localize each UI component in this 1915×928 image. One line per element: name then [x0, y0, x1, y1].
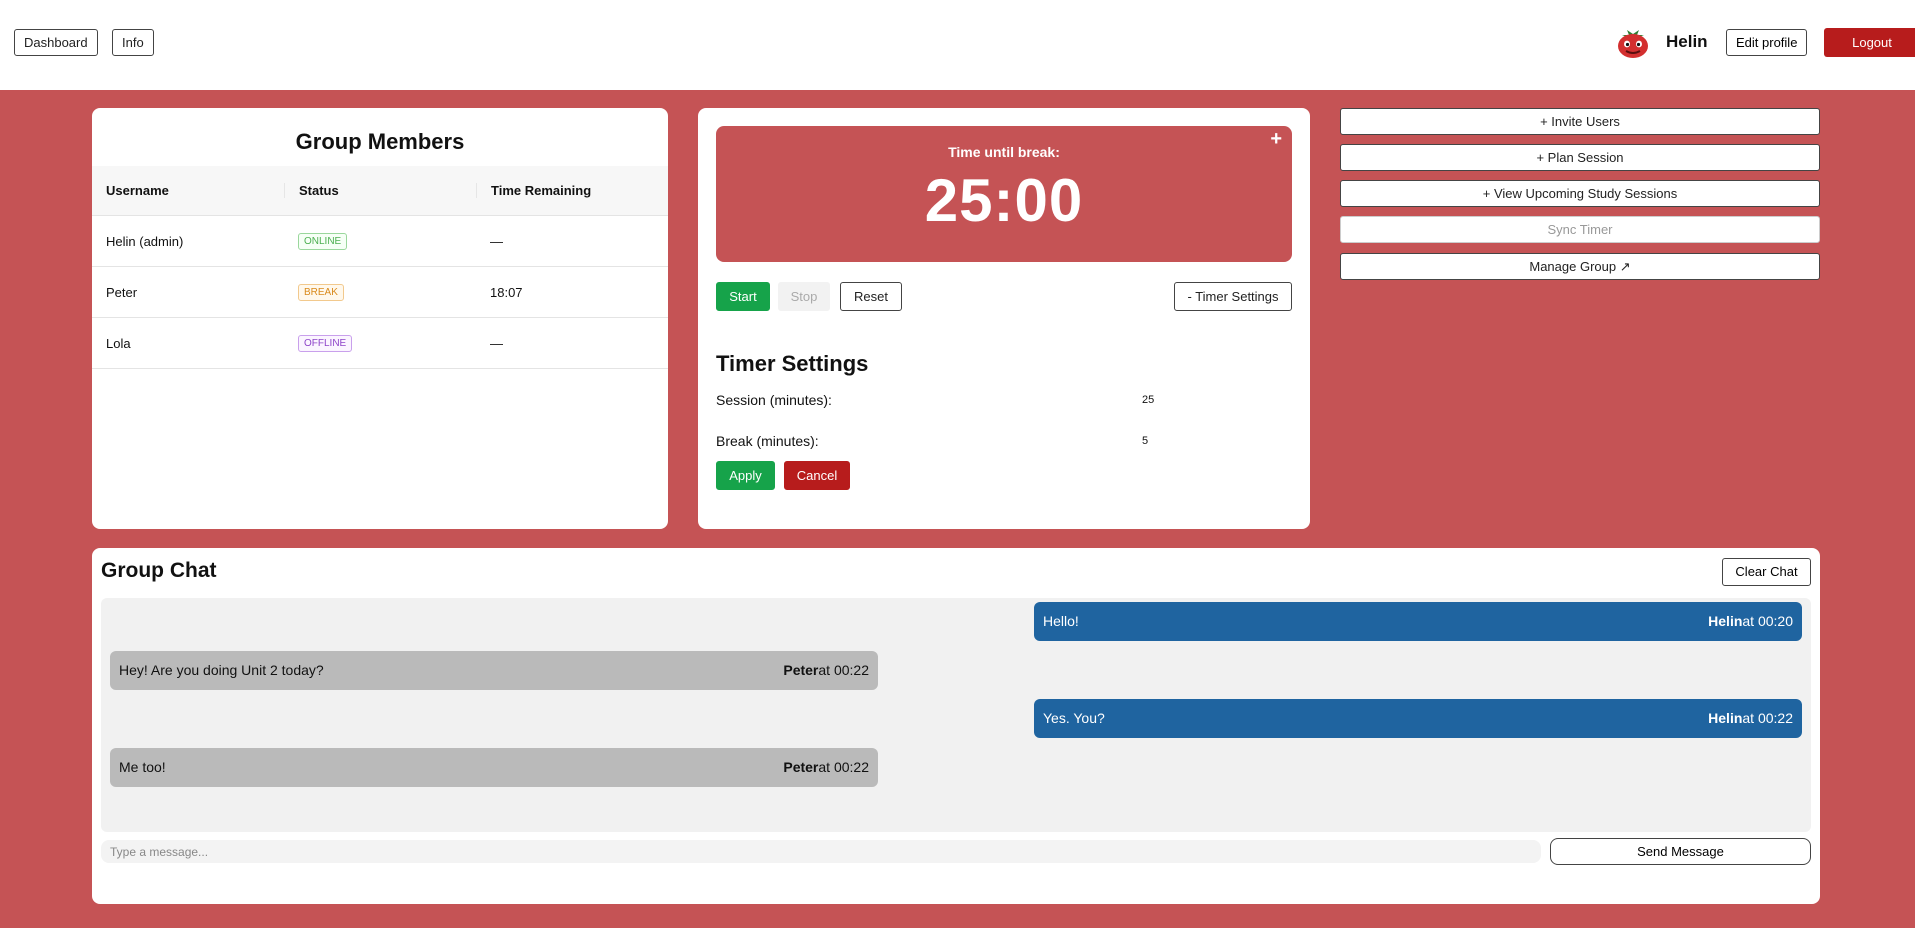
- member-time-remaining: —: [490, 335, 503, 351]
- reset-button[interactable]: Reset: [840, 282, 902, 311]
- apply-button[interactable]: Apply: [716, 461, 775, 490]
- message-text: Me too!: [119, 759, 166, 775]
- message-author: Helin: [1708, 613, 1743, 629]
- column-header-status: Status: [284, 183, 476, 198]
- chat-message: Hey! Are you doing Unit 2 today? Peterat…: [110, 651, 878, 690]
- start-button[interactable]: Start: [716, 282, 770, 311]
- break-minutes-label: Break (minutes):: [716, 433, 819, 449]
- plus-icon[interactable]: +: [1270, 128, 1282, 151]
- message-text: Hello!: [1043, 613, 1079, 629]
- members-table: Username Status Time Remaining Helin (ad…: [92, 166, 668, 369]
- timer-settings-toggle-button[interactable]: - Timer Settings: [1174, 282, 1292, 311]
- column-header-time-remaining: Time Remaining: [476, 183, 668, 198]
- timer-panel: + Time until break: 25:00 Start Stop Res…: [698, 108, 1310, 529]
- group-members-title: Group Members: [295, 129, 465, 154]
- break-minutes-field[interactable]: 5: [1142, 435, 1148, 447]
- chat-message: Yes. You? Helinat 00:22: [1034, 699, 1802, 738]
- top-navbar: Dashboard Info Helin Edit profile Logout: [0, 0, 1915, 90]
- stop-button[interactable]: Stop: [778, 282, 830, 311]
- message-time: at 00:22: [1742, 710, 1793, 726]
- member-username: Peter: [106, 284, 138, 300]
- session-minutes-label: Session (minutes):: [716, 392, 832, 408]
- send-message-button[interactable]: Send Message: [1550, 838, 1811, 865]
- message-text: Hey! Are you doing Unit 2 today?: [119, 662, 324, 678]
- status-badge: BREAK: [298, 284, 344, 301]
- members-table-header: Username Status Time Remaining: [92, 166, 668, 216]
- message-time: at 00:22: [818, 759, 869, 775]
- dashboard-button[interactable]: Dashboard: [14, 29, 98, 56]
- table-row: Peter BREAK 18:07: [92, 267, 668, 318]
- sync-timer-button[interactable]: Sync Timer: [1340, 216, 1820, 243]
- member-username: Lola: [106, 335, 131, 351]
- member-time-remaining: 18:07: [490, 284, 523, 300]
- clear-chat-button[interactable]: Clear Chat: [1722, 558, 1811, 586]
- message-meta: Helinat 00:22: [1708, 699, 1793, 738]
- group-chat-panel: Group Chat Clear Chat Hello! Helinat 00:…: [92, 548, 1820, 904]
- group-chat-title: Group Chat: [101, 559, 217, 582]
- cancel-button[interactable]: Cancel: [784, 461, 850, 490]
- edit-profile-button[interactable]: Edit profile: [1726, 29, 1808, 56]
- timer-display: + Time until break: 25:00: [716, 126, 1292, 262]
- message-meta: Peterat 00:22: [783, 651, 869, 690]
- message-time: at 00:22: [818, 662, 869, 678]
- timer-label: Time until break:: [948, 144, 1060, 160]
- column-header-username: Username: [106, 183, 169, 198]
- message-meta: Peterat 00:22: [783, 748, 869, 787]
- current-username: Helin: [1666, 32, 1708, 51]
- timer-countdown: 25:00: [924, 167, 1084, 234]
- member-time-remaining: —: [490, 233, 503, 249]
- chat-message: Hello! Helinat 00:20: [1034, 602, 1802, 641]
- status-badge: ONLINE: [298, 233, 348, 250]
- chat-message: Me too! Peterat 00:22: [110, 748, 878, 787]
- message-meta: Helinat 00:20: [1708, 602, 1793, 641]
- session-minutes-field[interactable]: 25: [1142, 394, 1154, 406]
- message-author: Helin: [1708, 710, 1743, 726]
- manage-group-button[interactable]: Manage Group ↗: [1340, 253, 1820, 280]
- logout-button[interactable]: Logout: [1824, 28, 1915, 57]
- message-author: Peter: [783, 759, 819, 775]
- chat-messages[interactable]: Hello! Helinat 00:20 Hey! Are you doing …: [101, 598, 1811, 832]
- status-badge: OFFLINE: [298, 335, 353, 352]
- message-author: Peter: [783, 662, 819, 678]
- info-button[interactable]: Info: [112, 29, 154, 56]
- member-username: Helin (admin): [106, 233, 184, 249]
- message-input[interactable]: [101, 840, 1541, 863]
- table-row: Lola OFFLINE —: [92, 318, 668, 369]
- group-members-panel: Group Members Username Status Time Remai…: [92, 108, 668, 529]
- plan-session-button[interactable]: + Plan Session: [1340, 144, 1820, 171]
- message-text: Yes. You?: [1043, 710, 1105, 726]
- message-time: at 00:20: [1742, 613, 1793, 629]
- table-row: Helin (admin) ONLINE —: [92, 216, 668, 267]
- tomato-avatar-icon[interactable]: [1616, 24, 1650, 60]
- timer-settings-title: Timer Settings: [716, 351, 869, 376]
- invite-users-button[interactable]: + Invite Users: [1340, 108, 1820, 135]
- view-upcoming-sessions-button[interactable]: + View Upcoming Study Sessions: [1340, 180, 1820, 207]
